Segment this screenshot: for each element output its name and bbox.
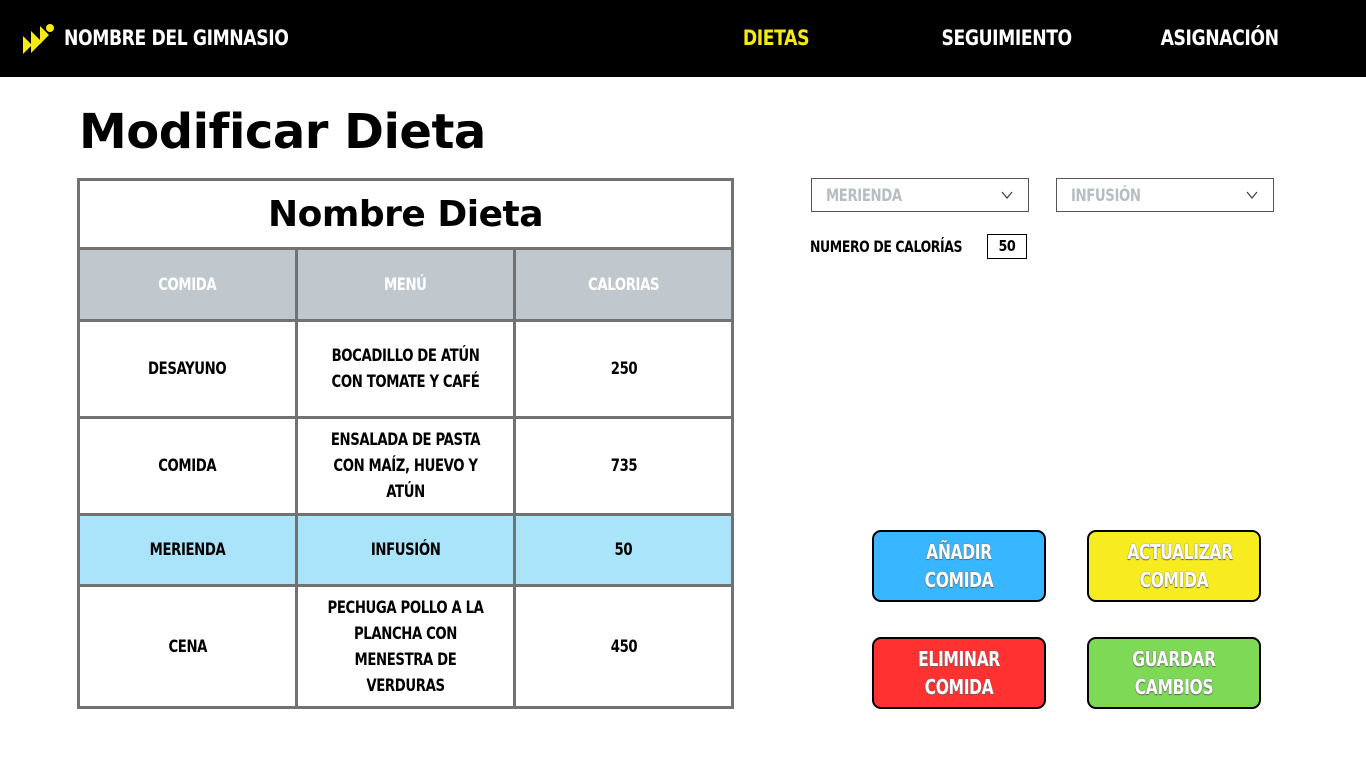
page-title: Modificar Dieta: [79, 104, 486, 160]
table-row-cena-menu[interactable]: PECHUGA POLLO A LA PLANCHA CON MENESTRA …: [298, 587, 516, 706]
table-row-cena-meal[interactable]: CENA: [80, 587, 298, 706]
table-row-merienda-calories[interactable]: 50: [516, 516, 731, 587]
table-row-comida-menu[interactable]: ENSALADA DE PASTA CON MAÍZ, HUEVO Y ATÚN: [298, 419, 516, 516]
column-header-comida: COMIDA: [80, 250, 298, 322]
nav-asignacion[interactable]: ASIGNACIÓN: [1161, 24, 1279, 52]
update-meal-button[interactable]: ACTUALIZAR COMIDA: [1087, 530, 1261, 602]
chevron-down-icon: [1246, 191, 1258, 200]
add-meal-button[interactable]: AÑADIR COMIDA: [872, 530, 1046, 602]
diet-table: Nombre Dieta COMIDA MENÚ CALORIAS DESAYU…: [77, 178, 734, 709]
meal-select-value: MERIENDA: [826, 186, 902, 206]
menu-select-value: INFUSIÓN: [1071, 186, 1141, 206]
top-navigation-bar: NOMBRE DEL GIMNASIO DIETAS SEGUIMIENTO A…: [0, 0, 1366, 77]
menu-select[interactable]: INFUSIÓN: [1056, 178, 1274, 212]
nav-seguimiento[interactable]: SEGUIMIENTO: [942, 24, 1073, 52]
table-row-merienda-menu[interactable]: INFUSIÓN: [298, 516, 516, 587]
column-header-menu: MENÚ: [298, 250, 516, 322]
column-header-calorias: CALORIAS: [516, 250, 731, 322]
diet-name: Nombre Dieta: [80, 181, 731, 250]
table-row-comida-calories[interactable]: 735: [516, 419, 731, 516]
delete-meal-button[interactable]: ELIMINAR COMIDA: [872, 637, 1046, 709]
table-row-desayuno-menu[interactable]: BOCADILLO DE ATÚN CON TOMATE Y CAFÉ: [298, 322, 516, 419]
stairs-logo-icon: [23, 24, 54, 54]
calories-input[interactable]: 50: [987, 234, 1027, 259]
gym-name: NOMBRE DEL GIMNASIO: [64, 26, 289, 50]
table-row-cena-calories[interactable]: 450: [516, 587, 731, 706]
meal-select[interactable]: MERIENDA: [811, 178, 1029, 212]
table-row-desayuno-calories[interactable]: 250: [516, 322, 731, 419]
chevron-down-icon: [1001, 191, 1013, 200]
calories-label: NUMERO DE CALORÍAS: [810, 237, 963, 256]
nav-dietas[interactable]: DIETAS: [735, 24, 817, 52]
table-row-merienda-meal[interactable]: MERIENDA: [80, 516, 298, 587]
save-changes-button[interactable]: GUARDAR CAMBIOS: [1087, 637, 1261, 709]
table-row-comida-meal[interactable]: COMIDA: [80, 419, 298, 516]
table-row-desayuno-meal[interactable]: DESAYUNO: [80, 322, 298, 419]
